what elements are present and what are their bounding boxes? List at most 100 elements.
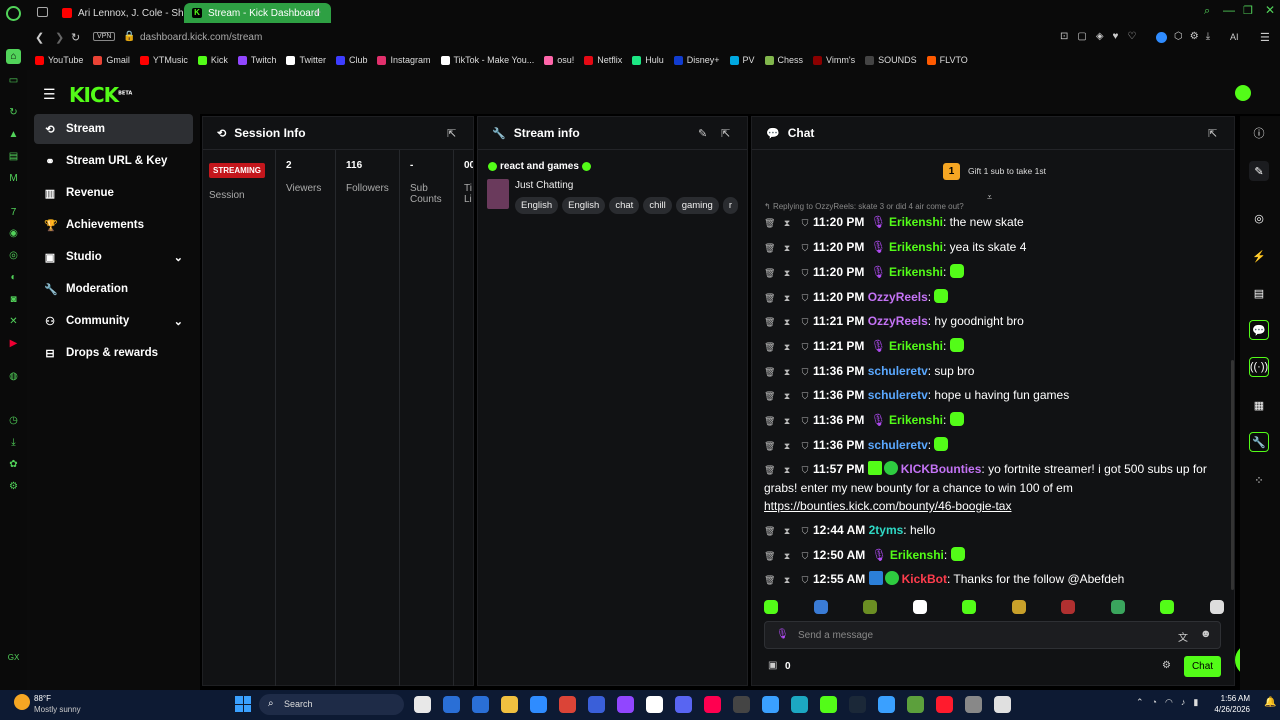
instagram-rail-icon[interactable]: ◙ <box>6 292 21 307</box>
sidebar-item-stream-url-key[interactable]: ⚭ Stream URL & Key <box>34 146 193 176</box>
taskbar-app-icon[interactable] <box>588 696 605 713</box>
bookmark-item[interactable]: Twitch <box>237 55 276 65</box>
minimize-button[interactable]: — <box>1223 3 1235 17</box>
ban-icon[interactable]: ⛉ <box>800 363 810 381</box>
taskbar-app-icon[interactable] <box>472 696 489 713</box>
taskbar-app-icon[interactable] <box>530 696 547 713</box>
gift-rank-badge[interactable]: 1 <box>943 163 960 180</box>
x-rail-icon[interactable]: ✕ <box>6 314 21 329</box>
discord-icon[interactable]: ◐ <box>6 270 21 285</box>
bookmark-item[interactable]: Club <box>335 55 367 65</box>
taskbar-app-icon[interactable] <box>878 696 895 713</box>
chevron-down-icon[interactable]: ⌄ <box>174 315 183 328</box>
notes-icon[interactable]: ▤ <box>1249 283 1269 303</box>
maximize-button[interactable]: ❐ <box>1243 4 1253 17</box>
quick-emote-icon[interactable] <box>912 600 927 614</box>
taskbar-app-icon[interactable] <box>501 696 518 713</box>
ban-icon[interactable]: ⛉ <box>800 239 810 257</box>
taskbar-app-icon[interactable] <box>675 696 692 713</box>
chat-message[interactable]: 🗑 ⧗ ⛉ 11:20 PM 🎙 Erikenshi: <box>764 263 1224 282</box>
translate-icon[interactable]: 文 <box>1178 629 1188 644</box>
kick-logo[interactable]: KICKBETA <box>69 83 132 107</box>
chat-username[interactable]: schuleretv <box>868 364 928 378</box>
chat-username[interactable]: Erikenshi <box>889 265 943 279</box>
chat-message[interactable]: 🗑 ⧗ ⛉ 11:36 PM 🎙 Erikenshi: <box>764 411 1224 430</box>
taskbar-app-icon[interactable] <box>965 696 982 713</box>
taskbar-app-icon[interactable] <box>791 696 808 713</box>
chat-message[interactable]: 🗑 ⧗ ⛉ 11:36 PM schuleretv: <box>764 436 1224 455</box>
edit-tool-icon[interactable]: ✎ <box>1249 161 1269 181</box>
stream-tag[interactable]: English <box>562 197 606 214</box>
settings-rail-icon[interactable]: ⚙ <box>6 479 21 494</box>
chat-username[interactable]: schuleretv <box>868 438 928 452</box>
bookmark-item[interactable]: Disney+ <box>673 55 720 65</box>
spotify-icon[interactable]: ◍ <box>6 369 21 384</box>
ban-icon[interactable]: ⛉ <box>800 264 810 282</box>
new-tab-button[interactable]: + <box>314 5 321 19</box>
bag-icon[interactable]: ▲ <box>6 127 21 142</box>
taskbar-app-icon[interactable] <box>704 696 721 713</box>
delete-icon[interactable]: 🗑 <box>764 313 775 331</box>
chat-settings-icon[interactable]: ⚙ <box>1162 660 1171 671</box>
messenger-icon[interactable]: M <box>6 171 21 186</box>
clock-icon[interactable]: ◷ <box>6 413 21 428</box>
delete-icon[interactable]: 🗑 <box>764 547 775 565</box>
user-avatar[interactable] <box>1235 85 1251 101</box>
gift-leaderboard-text[interactable]: Gift 1 sub to take 1st <box>968 166 1046 176</box>
forward-button[interactable]: ❯ <box>55 31 64 44</box>
system-tray[interactable]: ⌃◔◠♪▮ <box>1136 697 1206 708</box>
stream-tag[interactable]: chat <box>609 197 640 214</box>
bookmark-item[interactable]: Hulu <box>632 55 664 65</box>
timeout-icon[interactable]: ⧗ <box>782 264 792 282</box>
close-window-button[interactable]: ✕ <box>1265 3 1275 17</box>
mod-tools-icon[interactable]: 🔧 <box>1249 432 1269 452</box>
camera-icon[interactable]: ◎ <box>1249 208 1269 228</box>
delete-icon[interactable]: 🗑 <box>764 338 775 356</box>
ban-icon[interactable]: ⛉ <box>800 571 810 589</box>
chat-message[interactable]: 🗑 ⧗ ⛉ 11:20 PM 🎙 Erikenshi: yea its skate 4 <box>764 238 1224 257</box>
ban-icon[interactable]: ⛉ <box>800 547 810 565</box>
timeout-icon[interactable]: ⧗ <box>782 313 792 331</box>
quick-emote-icon[interactable] <box>1011 600 1026 614</box>
chat-username[interactable]: KICKBounties <box>901 462 982 476</box>
taskbar-app-icon[interactable] <box>907 696 924 713</box>
gaming-icon[interactable]: ▭ <box>6 73 21 88</box>
quick-emote-icon[interactable] <box>1110 600 1125 614</box>
taskbar-app-icon[interactable] <box>733 696 750 713</box>
reload-button[interactable]: ↻ <box>71 31 80 44</box>
chat-username[interactable]: OzzyReels <box>868 290 928 304</box>
chevron-down-icon[interactable]: ⌄ <box>174 251 183 264</box>
taskbar-app-icon[interactable] <box>646 696 663 713</box>
delete-icon[interactable]: 🗑 <box>764 239 775 257</box>
delete-icon[interactable]: 🗑 <box>764 264 775 282</box>
chat-message[interactable]: 🗑 ⧗ ⛉ 11:21 PM 🎙 Erikenshi: <box>764 337 1224 356</box>
quick-emote-icon[interactable] <box>962 600 977 614</box>
chat-message[interactable]: 🗑 ⧗ ⛉ 11:21 PM OzzyReels: hy goodnight bro <box>764 312 1224 331</box>
ban-icon[interactable]: ⛉ <box>800 461 810 479</box>
chat-username[interactable]: Erikenshi <box>889 339 943 353</box>
quick-emote-icon[interactable] <box>1160 600 1175 614</box>
timeout-icon[interactable]: ⧗ <box>782 547 792 565</box>
timeout-icon[interactable]: ⧗ <box>782 239 792 257</box>
delete-icon[interactable]: 🗑 <box>764 437 775 455</box>
history-icon[interactable]: ↻ <box>6 105 21 120</box>
send-chat-button[interactable]: Chat <box>1184 656 1221 677</box>
timeout-icon[interactable]: ⧗ <box>782 387 792 405</box>
bounty-link[interactable]: https://bounties.kick.com/bounty/46-boog… <box>764 499 1011 513</box>
timeout-icon[interactable]: ⧗ <box>782 289 792 307</box>
bookmark-item[interactable]: Vimm's <box>813 55 855 65</box>
weather-desc[interactable]: Mostly sunny <box>34 705 81 714</box>
weather-temp[interactable]: 88°F <box>34 694 51 703</box>
taskbar-app-icon[interactable] <box>617 696 634 713</box>
stream-tag[interactable]: English <box>515 197 559 214</box>
search-icon[interactable]: ⌕ <box>1204 5 1210 18</box>
delete-icon[interactable]: 🗑 <box>764 461 775 479</box>
taskbar-app-icon[interactable] <box>443 696 460 713</box>
timeout-icon[interactable]: ⧗ <box>782 214 792 232</box>
quick-emote-icon[interactable] <box>764 600 778 614</box>
taskbar-search[interactable]: ⌕ Search <box>259 694 404 715</box>
ai-button[interactable]: AI <box>1230 32 1239 42</box>
chat-input[interactable]: 🎙 Send a message 文 ☻ <box>764 621 1221 649</box>
bookmark-item[interactable]: PV <box>729 55 755 65</box>
apps-icon[interactable]: ⁘ <box>1249 470 1269 490</box>
